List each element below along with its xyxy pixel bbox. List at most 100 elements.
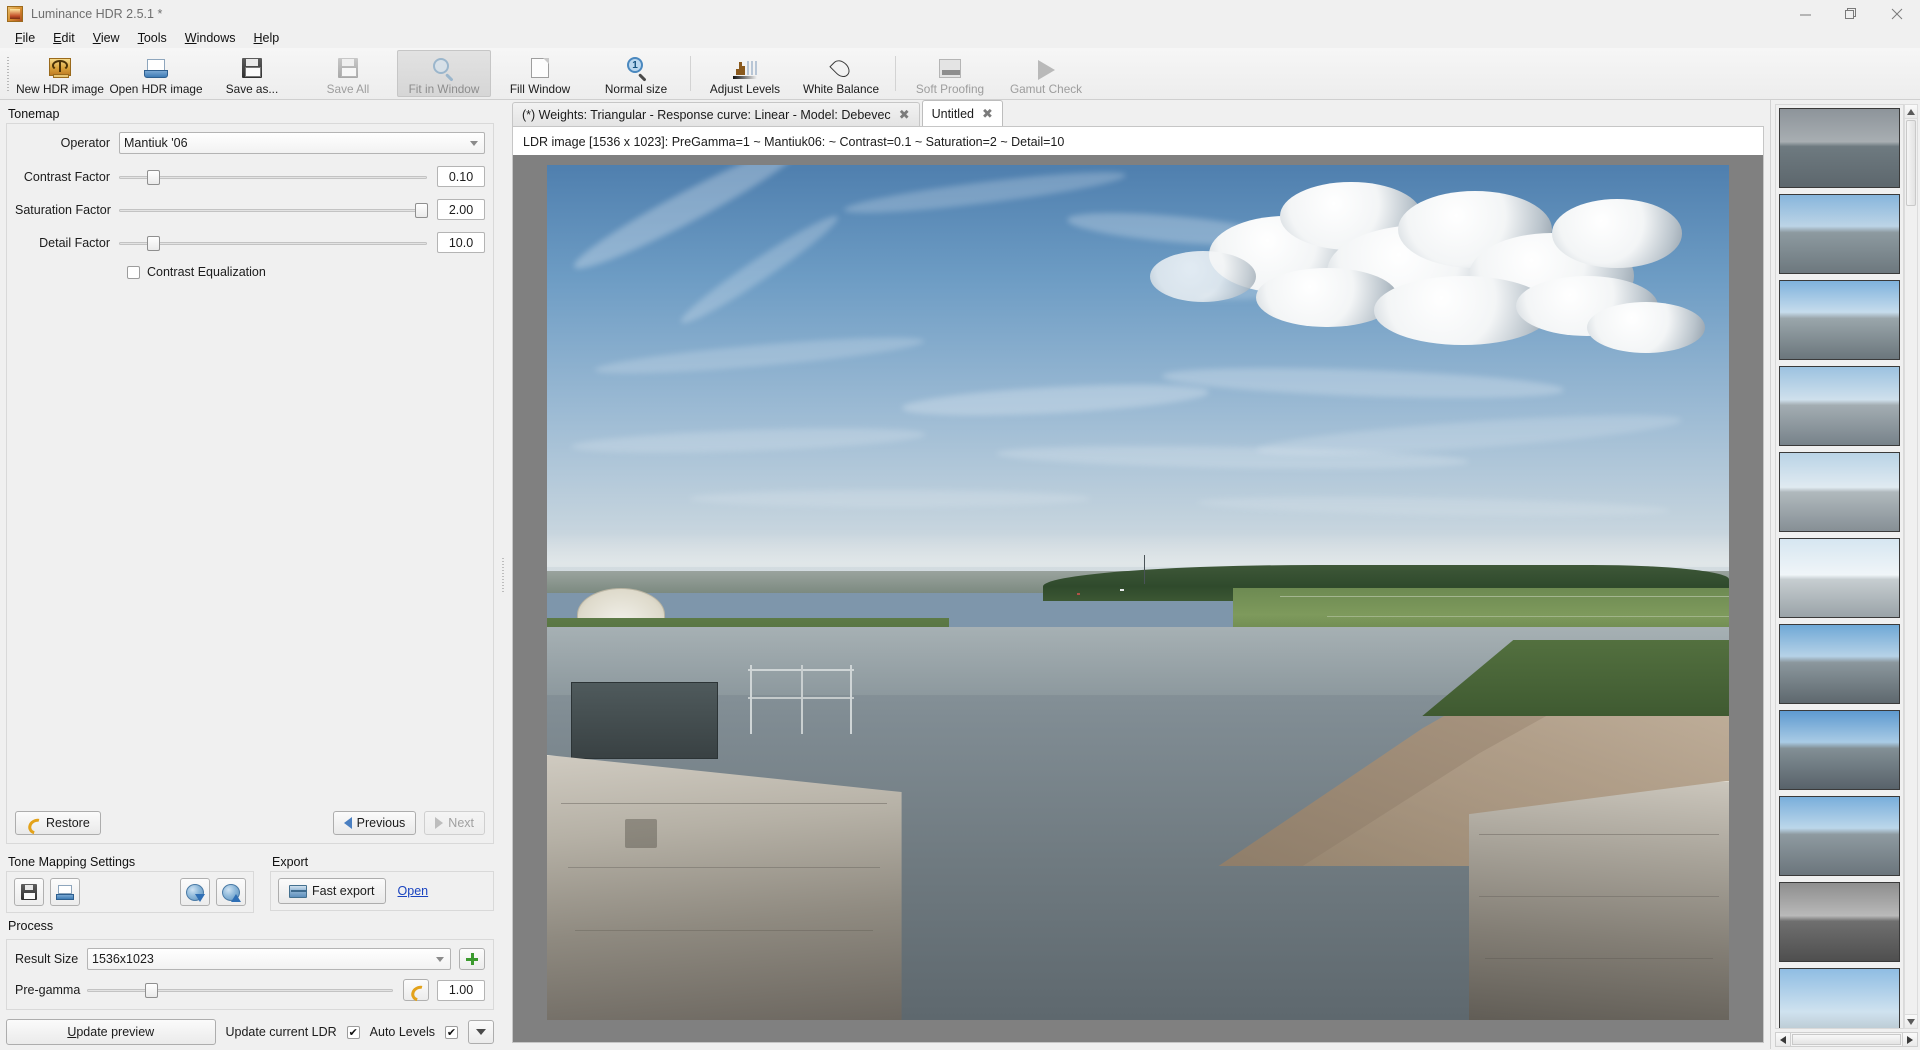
main-body: Tonemap Operator Mantiuk '06 Contrast Fa…	[0, 100, 1920, 1049]
thumbnail-5[interactable]	[1779, 452, 1900, 532]
thumbnail-vertical-scrollbar[interactable]	[1904, 104, 1918, 1030]
download-settings-button[interactable]	[180, 878, 210, 906]
scroll-left-button[interactable]	[1775, 1032, 1791, 1047]
thumbnail-2[interactable]	[1779, 194, 1900, 274]
preview-area: (*) Weights: Triangular - Response curve…	[506, 100, 1770, 1049]
photo-mast	[1143, 554, 1145, 584]
menu-windows[interactable]: Windows	[176, 29, 245, 47]
reset-pregamma-button[interactable]	[403, 979, 429, 1001]
export-group-label: Export	[272, 855, 309, 869]
thumbnail-10[interactable]	[1779, 882, 1900, 962]
tone-mapping-settings-label: Tone Mapping Settings	[8, 855, 136, 869]
saturation-factor-value[interactable]: 2.00	[437, 199, 485, 220]
pregamma-value[interactable]: 1.00	[437, 979, 485, 1001]
update-current-ldr-label: Update current LDR	[225, 1025, 337, 1039]
save-as-button[interactable]: Save as...	[205, 50, 299, 97]
thumbnail-7[interactable]	[1779, 624, 1900, 704]
save-as-icon	[239, 56, 265, 80]
close-icon[interactable]: ✖	[982, 107, 993, 120]
thumbnail-6[interactable]	[1779, 538, 1900, 618]
saturation-factor-slider[interactable]	[119, 200, 428, 220]
upload-settings-button[interactable]	[216, 878, 246, 906]
arrow-right-icon	[435, 817, 444, 829]
scroll-down-button[interactable]	[1905, 1014, 1917, 1029]
white-balance-button[interactable]: White Balance	[794, 50, 888, 97]
auto-levels-label: Auto Levels	[369, 1025, 435, 1039]
thumbnail-8[interactable]	[1779, 710, 1900, 790]
tonemap-footer: Restore Previous Next	[15, 811, 485, 835]
image-viewport[interactable]	[513, 155, 1763, 1042]
fit-in-window-button[interactable]: Fit in Window	[397, 50, 491, 97]
toolbar-grip[interactable]	[4, 48, 12, 99]
pregamma-slider[interactable]	[87, 980, 393, 1000]
thumbnail-horizontal-scrollbar[interactable]	[1775, 1032, 1918, 1047]
tab-untitled[interactable]: Untitled ✖	[921, 100, 1003, 126]
slider-handle[interactable]	[414, 202, 428, 218]
slider-handle[interactable]	[146, 169, 160, 185]
minimize-button[interactable]	[1782, 0, 1828, 28]
load-settings-button[interactable]	[50, 878, 80, 906]
scroll-down-icon	[1907, 1018, 1915, 1025]
title-bar: Luminance HDR 2.5.1 *	[0, 0, 1920, 28]
photo-left-wall	[547, 754, 902, 1020]
operator-select[interactable]: Mantiuk '06	[119, 132, 485, 154]
auto-levels-checkbox[interactable]: ✔	[445, 1025, 458, 1039]
horizontal-scroll-thumb[interactable]	[1792, 1034, 1901, 1045]
slider-handle[interactable]	[146, 235, 160, 251]
result-size-select[interactable]: 1536x1023	[87, 948, 451, 970]
thumbnail-1[interactable]	[1779, 108, 1900, 188]
menu-help[interactable]: Help	[245, 29, 289, 47]
slider-handle[interactable]	[145, 983, 159, 998]
thumbnail-4[interactable]	[1779, 366, 1900, 446]
tone-mapping-settings-box	[6, 871, 254, 913]
menu-file[interactable]: File	[6, 29, 44, 47]
fit-in-window-icon	[431, 56, 457, 81]
update-preview-button[interactable]: Update preview	[6, 1019, 216, 1045]
maximize-button[interactable]	[1828, 0, 1874, 28]
tonemap-group-label: Tonemap	[8, 107, 60, 121]
thumbnail-9[interactable]	[1779, 796, 1900, 876]
toolbar-separator-1	[690, 56, 691, 91]
menu-view[interactable]: View	[84, 29, 129, 47]
thumbnail-3[interactable]	[1779, 280, 1900, 360]
horizontal-scroll-trough[interactable]	[1791, 1032, 1902, 1047]
tonemapped-photo[interactable]	[547, 165, 1729, 1020]
auto-levels-options-button[interactable]	[468, 1020, 494, 1044]
close-button[interactable]	[1874, 0, 1920, 28]
fill-window-button[interactable]: Fill Window	[493, 50, 587, 97]
export-section: Export Fast export Open	[270, 852, 494, 913]
export-open-link[interactable]: Open	[398, 884, 429, 898]
operator-row: Operator Mantiuk '06	[15, 132, 485, 154]
vertical-scroll-thumb[interactable]	[1906, 120, 1916, 206]
tab-hdr-weights[interactable]: (*) Weights: Triangular - Response curve…	[512, 102, 920, 126]
thumbnail-11[interactable]	[1779, 968, 1900, 1029]
slider-track	[119, 175, 427, 179]
previous-button[interactable]: Previous	[332, 811, 417, 835]
contrast-factor-slider[interactable]	[119, 167, 427, 187]
scroll-up-button[interactable]	[1905, 105, 1917, 119]
close-icon[interactable]: ✖	[899, 108, 910, 121]
thumbnail-scroll-area	[1775, 104, 1918, 1030]
adjust-levels-button[interactable]: Adjust Levels	[698, 50, 792, 97]
menu-edit[interactable]: Edit	[44, 29, 84, 47]
detail-factor-slider[interactable]	[119, 233, 427, 253]
detail-factor-label: Detail Factor	[39, 235, 110, 250]
open-hdr-image-button[interactable]: Open HDR image	[109, 50, 203, 97]
detail-factor-value[interactable]: 10.0	[437, 232, 485, 253]
new-hdr-image-button[interactable]: New HDR image	[13, 50, 107, 97]
update-current-ldr-checkbox[interactable]: ✔	[346, 1025, 360, 1039]
fast-export-button[interactable]: Fast export	[278, 878, 386, 904]
add-size-icon	[466, 953, 478, 965]
thumbnail-list[interactable]	[1775, 104, 1904, 1030]
save-all-label: Save All	[326, 82, 370, 96]
scroll-right-button[interactable]	[1902, 1032, 1918, 1047]
contrast-factor-value[interactable]: 0.10	[437, 166, 485, 187]
menu-tools[interactable]: Tools	[129, 29, 176, 47]
normal-size-button[interactable]: 1 Normal size	[589, 50, 683, 97]
app-icon	[7, 6, 23, 22]
add-size-button[interactable]	[459, 948, 485, 970]
restore-button[interactable]: Restore	[15, 811, 101, 835]
canvas-area: LDR image [1536 x 1023]: PreGamma=1 ~ Ma…	[512, 126, 1764, 1043]
save-settings-button[interactable]	[14, 878, 44, 906]
contrast-equalization-checkbox[interactable]	[127, 265, 140, 279]
